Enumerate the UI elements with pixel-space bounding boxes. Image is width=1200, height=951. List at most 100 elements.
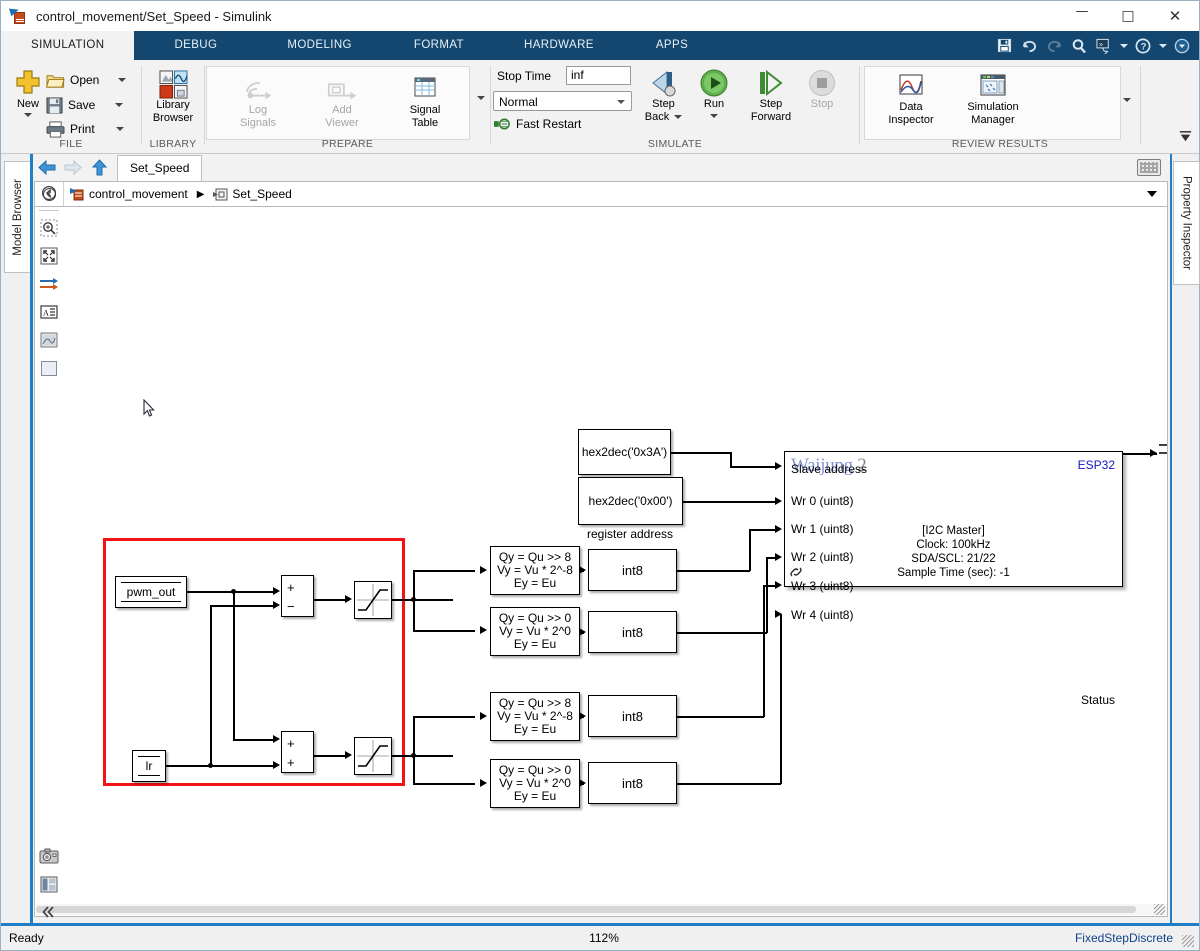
arrow-esp-in-1 <box>775 497 782 505</box>
stop-icon <box>809 70 835 96</box>
undo-icon[interactable] <box>1018 35 1040 57</box>
block-sum-top[interactable]: + − <box>281 575 314 617</box>
fast-restart-label: Fast Restart <box>516 117 582 131</box>
arrow-shift-3 <box>480 779 487 787</box>
status-solver[interactable]: FixedStepDiscrete <box>1075 931 1173 945</box>
window-resize-grip[interactable] <box>1182 935 1194 947</box>
breadcrumb-item-0[interactable]: control_movement <box>89 187 188 201</box>
arrow-sat-bottom <box>345 751 352 759</box>
stop-button[interactable]: Stop <box>799 68 845 111</box>
minimize-button[interactable]: — <box>1059 1 1105 31</box>
block-cast-2[interactable]: int8 <box>588 695 677 737</box>
keyboard-shortcut-icon[interactable] <box>1137 159 1161 176</box>
breadcrumb-dropdown-icon[interactable] <box>1147 191 1157 197</box>
block-cast-3[interactable]: int8 <box>588 762 677 804</box>
canvas-resize-grip[interactable] <box>1154 904 1165 915</box>
review-more-dropdown[interactable] <box>1123 98 1131 102</box>
canvas-hscrollbar[interactable] <box>36 904 1167 915</box>
annotation-icon[interactable]: A <box>35 298 63 326</box>
block-shift-1[interactable]: Qy = Qu >> 0 Vy = Vu * 2^0 Ey = Eu <box>490 607 580 656</box>
log-signals-button[interactable]: Log Signals <box>221 74 295 129</box>
step-back-button[interactable]: Step Back <box>636 68 691 123</box>
sum-bottom-sign-2: + <box>287 755 295 770</box>
block-saturation-top[interactable] <box>354 581 392 619</box>
quick-access-toolbar: » ? <box>993 31 1193 60</box>
block-cast-0[interactable]: int8 <box>588 549 677 591</box>
block-sum-bottom[interactable]: + + <box>281 731 314 773</box>
block-inport-lr[interactable]: lr <box>132 750 166 782</box>
tab-format[interactable]: FORMAT <box>382 31 496 60</box>
redo-icon[interactable] <box>1043 35 1065 57</box>
tab-debug[interactable]: DEBUG <box>134 31 257 60</box>
minimize-ribbon-icon[interactable] <box>1171 35 1193 57</box>
stop-time-input[interactable] <box>566 66 631 85</box>
block-cast-1[interactable]: int8 <box>588 611 677 653</box>
new-button[interactable]: New <box>5 68 51 117</box>
arrow-shift-2 <box>480 712 487 720</box>
shortcuts-icon[interactable]: » <box>1093 35 1115 57</box>
property-inspector-tab[interactable]: Property Inspector <box>1173 161 1200 285</box>
wire-register-h <box>683 501 776 503</box>
status-zoom-level[interactable]: 112% <box>589 931 619 945</box>
layout-icon[interactable] <box>35 870 63 898</box>
simulation-manager-button[interactable]: Simulation Manager <box>956 73 1030 126</box>
navigate-up-icon[interactable] <box>35 179 63 207</box>
block-saturation-bottom[interactable] <box>354 737 392 775</box>
maximize-button[interactable]: □ <box>1105 1 1151 31</box>
run-icon <box>700 69 728 97</box>
arrow-terminator <box>1150 449 1157 457</box>
model-browser-tab[interactable]: Model Browser <box>4 161 31 273</box>
tab-modeling[interactable]: MODELING <box>257 31 382 60</box>
shortcuts-dropdown-icon[interactable] <box>1118 35 1129 57</box>
block-inport-pwm-out[interactable]: pwm_out <box>115 576 187 608</box>
block-esp32-i2c-master[interactable]: Waijung 2 ESP32 Slave address Wr 0 (uint… <box>784 451 1123 707</box>
block-shift-3[interactable]: Qy = Qu >> 0 Vy = Vu * 2^0 Ey = Eu <box>490 759 580 808</box>
const-slave-text: hex2dec('0x3A') <box>581 444 668 459</box>
camera-icon[interactable] <box>35 842 63 870</box>
help-icon[interactable]: ? <box>1132 35 1154 57</box>
block-shift-2[interactable]: Qy = Qu >> 8 Vy = Vu * 2^-8 Ey = Eu <box>490 692 580 741</box>
image-icon[interactable] <box>35 326 63 354</box>
block-const-slave-address[interactable]: hex2dec('0x3A') <box>578 429 671 475</box>
esp32-info-2: SDA/SCL: 21/22 <box>911 553 996 565</box>
tab-hardware[interactable]: HARDWARE <box>496 31 622 60</box>
block-const-register-address[interactable]: hex2dec('0x00') <box>578 477 683 525</box>
collapse-ribbon-button[interactable] <box>1178 129 1193 147</box>
back-arrow-icon[interactable] <box>34 156 60 180</box>
inport-pwm-label: pwm_out <box>126 585 176 599</box>
model-tab-set-speed[interactable]: Set_Speed <box>117 155 203 181</box>
search-icon[interactable] <box>1068 35 1090 57</box>
tab-simulation[interactable]: SIMULATION <box>1 31 135 60</box>
arrow-sat-top <box>345 595 352 603</box>
save-button[interactable]: Save <box>46 93 136 117</box>
simulation-mode-select[interactable]: Normal <box>493 91 632 111</box>
tab-apps[interactable]: APPS <box>622 31 722 60</box>
zoom-region-icon[interactable] <box>35 214 63 242</box>
signal-table-button[interactable]: Signal Table <box>388 74 462 129</box>
fast-restart-toggle[interactable]: Fast Restart <box>494 117 581 131</box>
collapse-icon[interactable] <box>35 898 63 926</box>
fit-to-view-icon[interactable] <box>35 242 63 270</box>
model-canvas[interactable]: hex2dec('0x3A') Slave Address hex2dec('0… <box>34 207 1168 917</box>
save-icon[interactable] <box>993 35 1015 57</box>
data-inspector-button[interactable]: Data Inspector <box>874 73 948 126</box>
open-button[interactable]: Open <box>46 68 136 92</box>
block-terminator[interactable] <box>1159 442 1167 461</box>
add-viewer-button[interactable]: Add Viewer <box>305 74 379 129</box>
breadcrumb-item-1[interactable]: Set_Speed <box>232 187 291 201</box>
step-forward-button[interactable]: Step Forward <box>739 68 803 123</box>
block-shift-0[interactable]: Qy = Qu >> 8 Vy = Vu * 2^-8 Ey = Eu <box>490 546 580 595</box>
open-label: Open <box>70 73 100 87</box>
signal-lines-icon[interactable] <box>35 270 63 298</box>
wire-sat-top-to-shift0 <box>413 570 475 572</box>
forward-arrow-icon[interactable] <box>60 156 86 180</box>
run-button[interactable]: Run <box>691 68 737 118</box>
help-dropdown-icon[interactable] <box>1157 35 1168 57</box>
svg-text:»: » <box>1098 39 1102 48</box>
arrow-sum-bottom-p2 <box>273 761 280 769</box>
prepare-more-dropdown[interactable] <box>477 96 485 100</box>
library-browser-button[interactable]: Library Browser <box>136 70 210 124</box>
up-arrow-icon[interactable] <box>86 156 112 180</box>
close-button[interactable]: ✕ <box>1151 1 1199 31</box>
subsystem-icon[interactable] <box>35 354 63 382</box>
